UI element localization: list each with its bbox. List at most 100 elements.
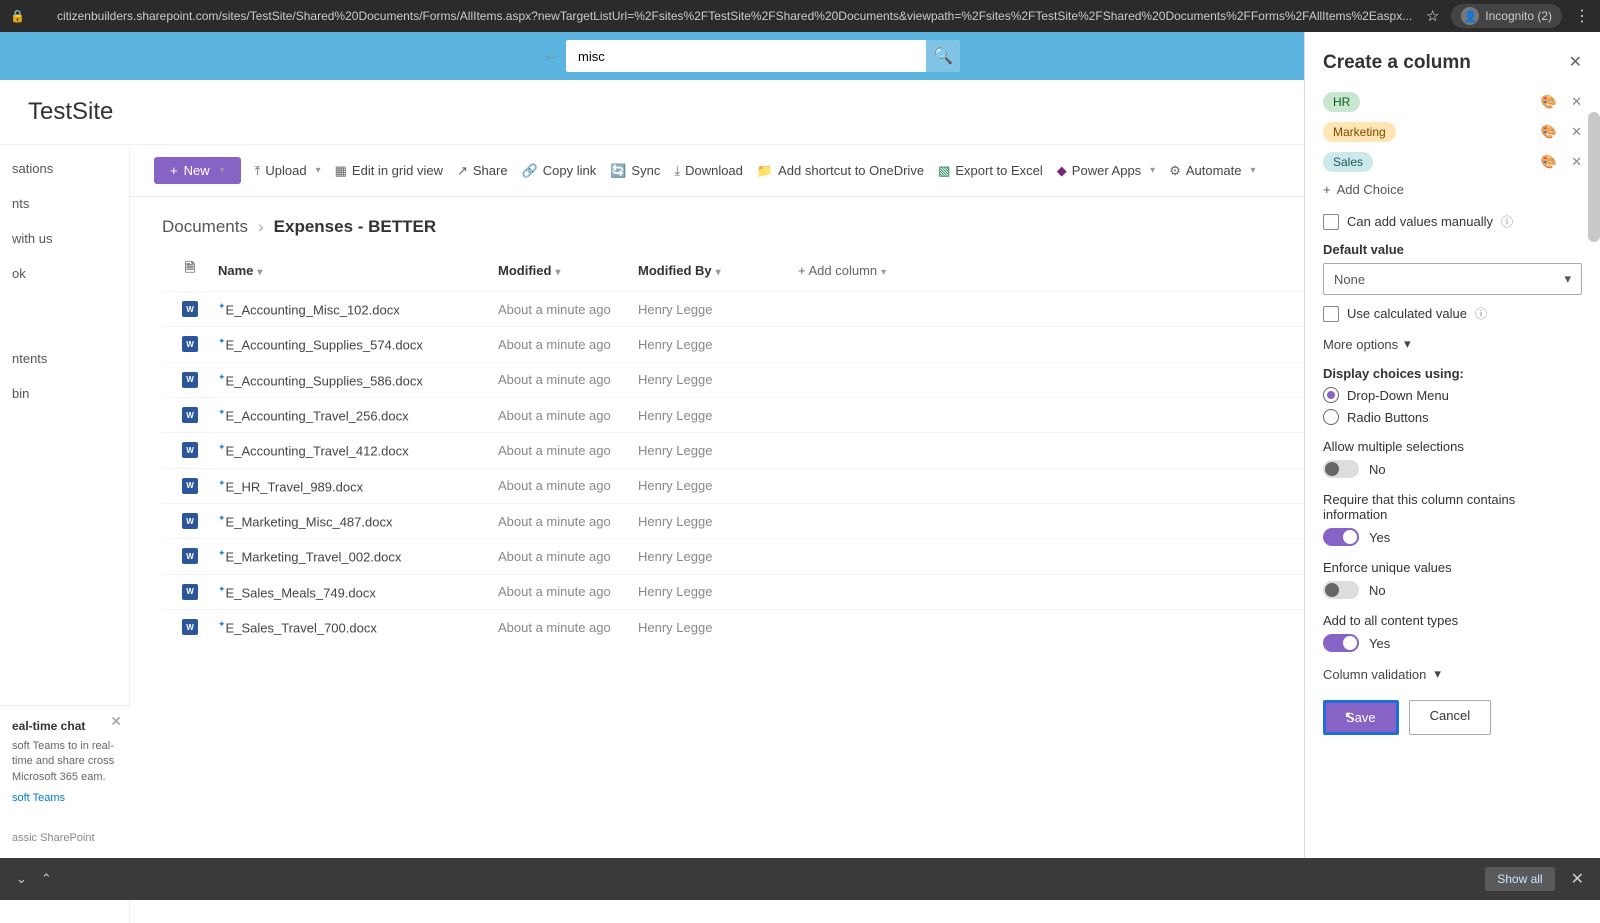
share-button[interactable]: ↗Share: [457, 163, 508, 179]
classic-link[interactable]: assic SharePoint: [12, 831, 118, 846]
file-name[interactable]: ✦E_Accounting_Travel_256.docx: [218, 407, 498, 423]
create-column-panel: ✕ Create a column HR 🎨✕ Marketing 🎨✕ Sal…: [1304, 32, 1600, 858]
scrollbar-thumb[interactable]: [1588, 112, 1600, 242]
multi-select-toggle[interactable]: [1323, 460, 1359, 478]
file-name[interactable]: ✦E_Accounting_Travel_412.docx: [218, 442, 498, 458]
download-icon: ⤓: [674, 163, 680, 179]
chevron-down-icon: ▾: [1434, 666, 1441, 682]
display-choices-label: Display choices using:: [1323, 366, 1582, 381]
multi-select-label: Allow multiple selections: [1323, 439, 1582, 454]
downloads-bar: ⌄ ⌃ Show all ✕: [0, 858, 1600, 900]
modified-by-value: Henry Legge: [638, 620, 798, 635]
content-types-toggle[interactable]: [1323, 634, 1359, 652]
palette-icon[interactable]: 🎨: [1541, 154, 1557, 170]
file-name[interactable]: ✦E_Accounting_Misc_102.docx: [218, 301, 498, 317]
palette-icon[interactable]: 🎨: [1541, 124, 1557, 140]
browser-menu-icon[interactable]: ⋮: [1574, 6, 1590, 26]
choice-chip[interactable]: Sales: [1323, 152, 1373, 172]
require-toggle[interactable]: [1323, 528, 1359, 546]
file-name[interactable]: ✦E_Marketing_Travel_002.docx: [218, 548, 498, 564]
chevron-up-icon[interactable]: ⌃: [41, 871, 52, 887]
search-button[interactable]: 🔍: [926, 40, 960, 72]
modified-value: About a minute ago: [498, 478, 638, 493]
modified-value: About a minute ago: [498, 408, 638, 423]
more-options-toggle[interactable]: More options▾: [1323, 336, 1582, 352]
info-icon[interactable]: ⓘ: [1475, 305, 1487, 322]
add-column-button[interactable]: + Add column▾: [798, 263, 886, 278]
edit-grid-button[interactable]: ▦Edit in grid view: [335, 163, 443, 179]
teams-chat-card: ✕ eal-time chat soft Teams to in real-ti…: [0, 705, 130, 858]
radiobuttons-radio[interactable]: Radio Buttons: [1323, 409, 1582, 425]
show-all-button[interactable]: Show all: [1485, 867, 1554, 891]
file-name[interactable]: ✦E_HR_Travel_989.docx: [218, 478, 498, 494]
word-doc-icon: W: [182, 407, 198, 423]
modified-value: About a minute ago: [498, 443, 638, 458]
new-button[interactable]: + New ▾: [154, 157, 241, 184]
onedrive-shortcut-button[interactable]: 📁Add shortcut to OneDrive: [757, 163, 924, 179]
close-icon[interactable]: ✕: [1569, 52, 1582, 72]
export-excel-button[interactable]: ▧Export to Excel: [938, 163, 1043, 179]
search-back-icon[interactable]: ←: [536, 41, 566, 71]
automate-button[interactable]: ⚙Automate▾: [1169, 163, 1255, 179]
nav-item[interactable]: with us: [12, 231, 117, 246]
save-button[interactable]: Save ↖: [1323, 700, 1399, 735]
choice-chip[interactable]: HR: [1323, 92, 1360, 112]
manual-values-checkbox[interactable]: Can add values manually ⓘ: [1323, 213, 1582, 230]
info-icon[interactable]: ⓘ: [1501, 213, 1513, 230]
column-modified-header[interactable]: Modified▾: [498, 263, 638, 278]
search-input[interactable]: [566, 40, 926, 72]
powerapps-icon: ◆: [1057, 163, 1067, 179]
share-icon: ↗: [457, 163, 468, 179]
cancel-button[interactable]: Cancel: [1409, 700, 1491, 735]
power-apps-button[interactable]: ◆Power Apps▾: [1057, 163, 1155, 179]
nav-item[interactable]: bin: [12, 386, 117, 401]
chevron-down-icon: ▾: [1564, 271, 1571, 287]
default-value-select[interactable]: None ▾: [1323, 263, 1582, 295]
file-name[interactable]: ✦E_Accounting_Supplies_586.docx: [218, 372, 498, 388]
nav-item[interactable]: ntents: [12, 351, 117, 366]
choice-chip[interactable]: Marketing: [1323, 122, 1396, 142]
column-validation-toggle[interactable]: Column validation▾: [1323, 666, 1582, 682]
modified-by-value: Henry Legge: [638, 337, 798, 352]
file-name[interactable]: ✦E_Sales_Travel_700.docx: [218, 619, 498, 635]
file-name[interactable]: ✦E_Marketing_Misc_487.docx: [218, 513, 498, 529]
remove-icon[interactable]: ✕: [1571, 124, 1582, 140]
teams-link[interactable]: soft Teams: [12, 791, 118, 806]
choice-row: HR 🎨 ✕: [1323, 92, 1582, 112]
nav-item[interactable]: sations: [12, 161, 117, 176]
dropdown-radio[interactable]: Drop-Down Menu: [1323, 387, 1582, 403]
incognito-badge[interactable]: 👤 Incognito (2): [1451, 4, 1562, 28]
file-name[interactable]: ✦E_Accounting_Supplies_574.docx: [218, 336, 498, 352]
modified-value: About a minute ago: [498, 549, 638, 564]
word-doc-icon: W: [182, 336, 198, 352]
modified-value: About a minute ago: [498, 337, 638, 352]
upload-icon: ⤒: [255, 163, 261, 179]
breadcrumb-root[interactable]: Documents: [162, 217, 248, 237]
sync-button[interactable]: 🔄Sync: [610, 163, 660, 179]
upload-button[interactable]: ⤒Upload▾: [255, 163, 321, 179]
sync-icon: 🔄: [610, 163, 626, 179]
copy-link-button[interactable]: 🔗Copy link: [522, 163, 597, 179]
calculated-value-checkbox[interactable]: Use calculated value ⓘ: [1323, 305, 1582, 322]
palette-icon[interactable]: 🎨: [1541, 94, 1557, 110]
modified-by-value: Henry Legge: [638, 443, 798, 458]
word-doc-icon: W: [182, 513, 198, 529]
column-name-header[interactable]: Name▾: [218, 263, 498, 278]
chevron-right-icon: ›: [258, 217, 264, 237]
add-choice-button[interactable]: +Add Choice: [1323, 182, 1582, 197]
download-button[interactable]: ⤓Download: [674, 163, 743, 179]
remove-icon[interactable]: ✕: [1571, 94, 1582, 110]
unique-toggle[interactable]: [1323, 581, 1359, 599]
nav-item[interactable]: ok: [12, 266, 117, 281]
chevron-down-icon[interactable]: ⌄: [16, 871, 27, 887]
checkbox-icon: [1323, 214, 1339, 230]
star-icon[interactable]: ☆: [1426, 7, 1439, 25]
modified-by-value: Henry Legge: [638, 549, 798, 564]
plus-icon: +: [1323, 182, 1331, 197]
close-icon[interactable]: ✕: [1571, 869, 1584, 889]
close-icon[interactable]: ✕: [110, 712, 122, 732]
nav-item[interactable]: nts: [12, 196, 117, 211]
modified-by-value: Henry Legge: [638, 584, 798, 599]
file-name[interactable]: ✦E_Sales_Meals_749.docx: [218, 584, 498, 600]
remove-icon[interactable]: ✕: [1571, 154, 1582, 170]
